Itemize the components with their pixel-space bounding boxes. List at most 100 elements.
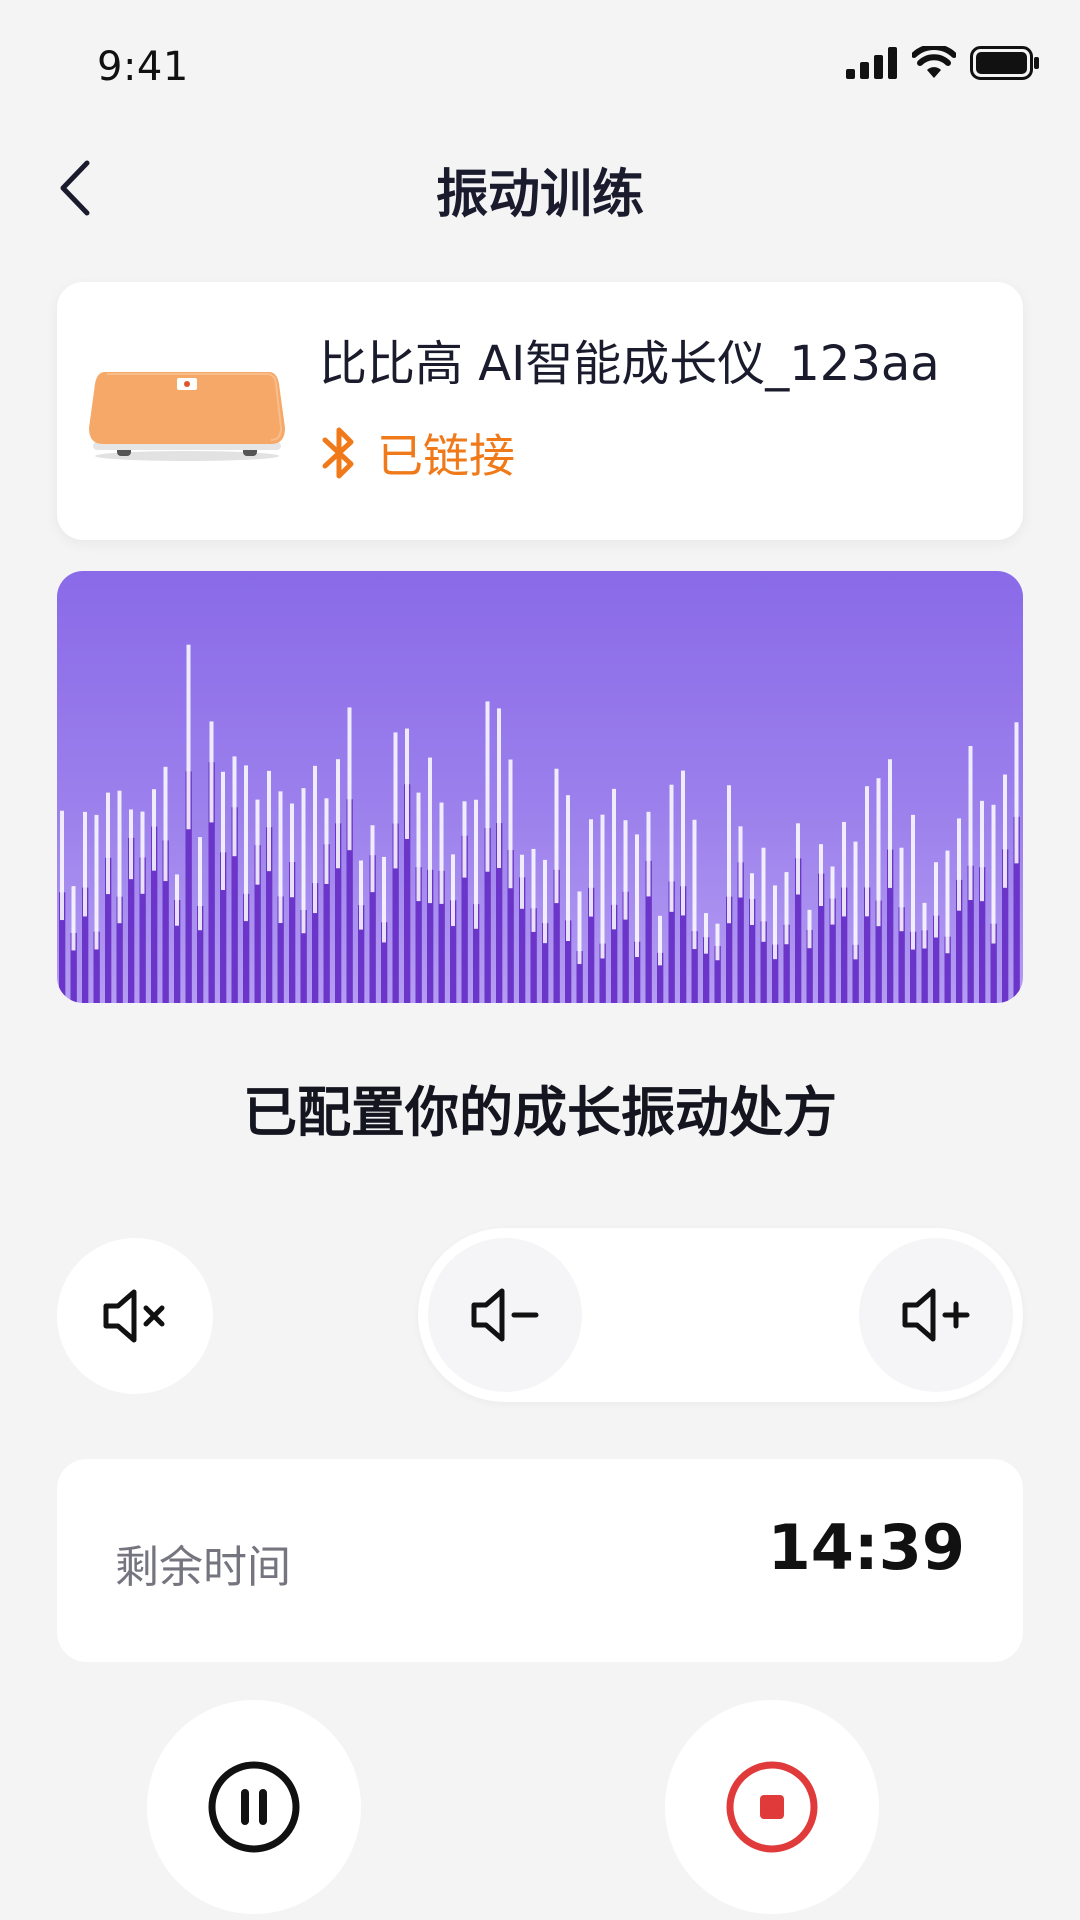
waveform-highlight	[646, 811, 651, 897]
waveform-highlight	[324, 798, 329, 884]
waveform-highlight	[991, 804, 996, 944]
waveform-highlight	[393, 732, 398, 869]
waveform-highlight	[152, 789, 156, 871]
waveform-highlight	[1014, 722, 1019, 864]
cellular-signal-icon	[846, 47, 897, 79]
page-title: 振动训练	[435, 165, 644, 225]
waveform-highlight	[738, 826, 743, 898]
speaker-plus-icon	[902, 1288, 970, 1342]
waveform-highlight	[209, 721, 214, 823]
stop-button[interactable]	[665, 1700, 879, 1914]
waveform-highlight	[715, 923, 720, 961]
waveform-highlight	[773, 885, 777, 960]
waveform-highlight	[462, 801, 467, 878]
waveform-highlight	[784, 872, 789, 945]
waveform-highlight	[83, 811, 87, 917]
waveform-highlight	[842, 821, 846, 917]
waveform-highlight	[255, 799, 260, 885]
waveform-highlight	[221, 771, 225, 890]
waveform-highlight	[922, 902, 927, 949]
waveform-highlight	[980, 800, 984, 902]
waveform-highlight	[830, 866, 835, 925]
wifi-icon	[912, 46, 956, 78]
waveform-highlight	[106, 792, 110, 895]
waveform-highlight	[244, 765, 248, 922]
waveform-highlight	[290, 803, 294, 898]
waveform-highlight	[428, 757, 432, 904]
waveform-highlight	[485, 701, 490, 872]
waveform-highlight	[531, 848, 536, 932]
waveform-highlight	[267, 770, 271, 872]
pause-button[interactable]	[147, 1700, 361, 1914]
device-name: 比比高 AI智能成长仪_123aa	[319, 336, 940, 392]
waveform-highlight	[163, 766, 168, 882]
waveform-highlight	[865, 786, 869, 917]
waveform-highlight	[175, 874, 179, 926]
waveform-highlight	[727, 785, 731, 924]
waveform-highlight	[301, 788, 306, 934]
waveform-highlight	[853, 841, 858, 960]
speaker-mute-icon	[103, 1289, 165, 1343]
waveform-highlight	[370, 825, 375, 893]
waveform-highlight	[140, 811, 145, 894]
mute-button[interactable]	[57, 1238, 213, 1394]
connection-status: 已链接	[319, 420, 515, 486]
device-image	[89, 372, 285, 461]
waveform-highlight	[129, 809, 133, 880]
waveform-highlight	[589, 819, 593, 917]
device-card[interactable]: 比比高 AI智能成长仪_123aa 已链接	[57, 282, 1023, 540]
waveform-highlight	[382, 856, 386, 943]
waveform-highlight	[508, 759, 513, 889]
waveform-highlight	[117, 790, 122, 924]
waveform-highlight	[520, 854, 524, 909]
nav-bar: 振动训练	[0, 130, 1080, 250]
remaining-time-label: 剩余时间	[115, 1542, 291, 1593]
volume-up-button[interactable]	[859, 1238, 1013, 1392]
connection-status-text: 已链接	[377, 429, 515, 483]
waveform-highlight	[692, 819, 697, 950]
status-icons	[846, 46, 1040, 80]
stop-icon	[726, 1761, 818, 1853]
waveform-highlight	[704, 913, 708, 954]
waveform-highlight	[888, 759, 892, 888]
waveform-highlight	[934, 862, 938, 938]
waveform-highlight	[681, 770, 685, 916]
waveform-highlight	[623, 820, 628, 920]
waveform-highlight	[497, 708, 501, 869]
config-message: 已配置你的成长振动处方	[243, 1081, 837, 1144]
waveform-highlight	[1003, 774, 1007, 888]
waveform-highlight	[968, 746, 973, 901]
waveform-highlight	[313, 765, 317, 914]
waveform-highlight	[198, 837, 202, 931]
waveform-highlight	[669, 784, 674, 912]
waveform-highlight	[336, 759, 340, 869]
waveform-highlight	[807, 909, 812, 949]
waveform-highlight	[543, 859, 547, 944]
waveform-highlight	[761, 847, 766, 942]
waveform-highlight	[94, 814, 99, 950]
waveform-highlight	[945, 850, 950, 954]
waveform-highlight	[876, 778, 881, 927]
waveform-highlight	[186, 644, 191, 830]
status-time: 9:41	[97, 44, 189, 90]
waveform-highlight	[957, 818, 961, 911]
waveform-highlight	[232, 756, 237, 857]
volume-down-button[interactable]	[428, 1238, 582, 1392]
waveform-highlight	[658, 915, 662, 966]
waveform-highlight	[612, 788, 616, 930]
waveform-highlight	[899, 847, 904, 932]
waveform-highlight	[819, 844, 823, 906]
remaining-time-value: 14:39	[767, 1511, 965, 1584]
waveform-visualizer	[57, 571, 1023, 1003]
waveform-highlight	[359, 860, 363, 930]
waveform-highlight	[416, 792, 421, 902]
waveform-highlight	[474, 799, 478, 929]
waveform-highlight	[554, 768, 559, 904]
waveform-highlight	[405, 728, 409, 839]
waveform-highlight	[635, 834, 639, 957]
waveform-highlight	[577, 891, 582, 965]
waveform-highlight	[750, 873, 754, 925]
volume-control	[418, 1228, 1023, 1402]
waveform-highlight	[71, 886, 76, 951]
waveform-highlight	[600, 814, 605, 959]
